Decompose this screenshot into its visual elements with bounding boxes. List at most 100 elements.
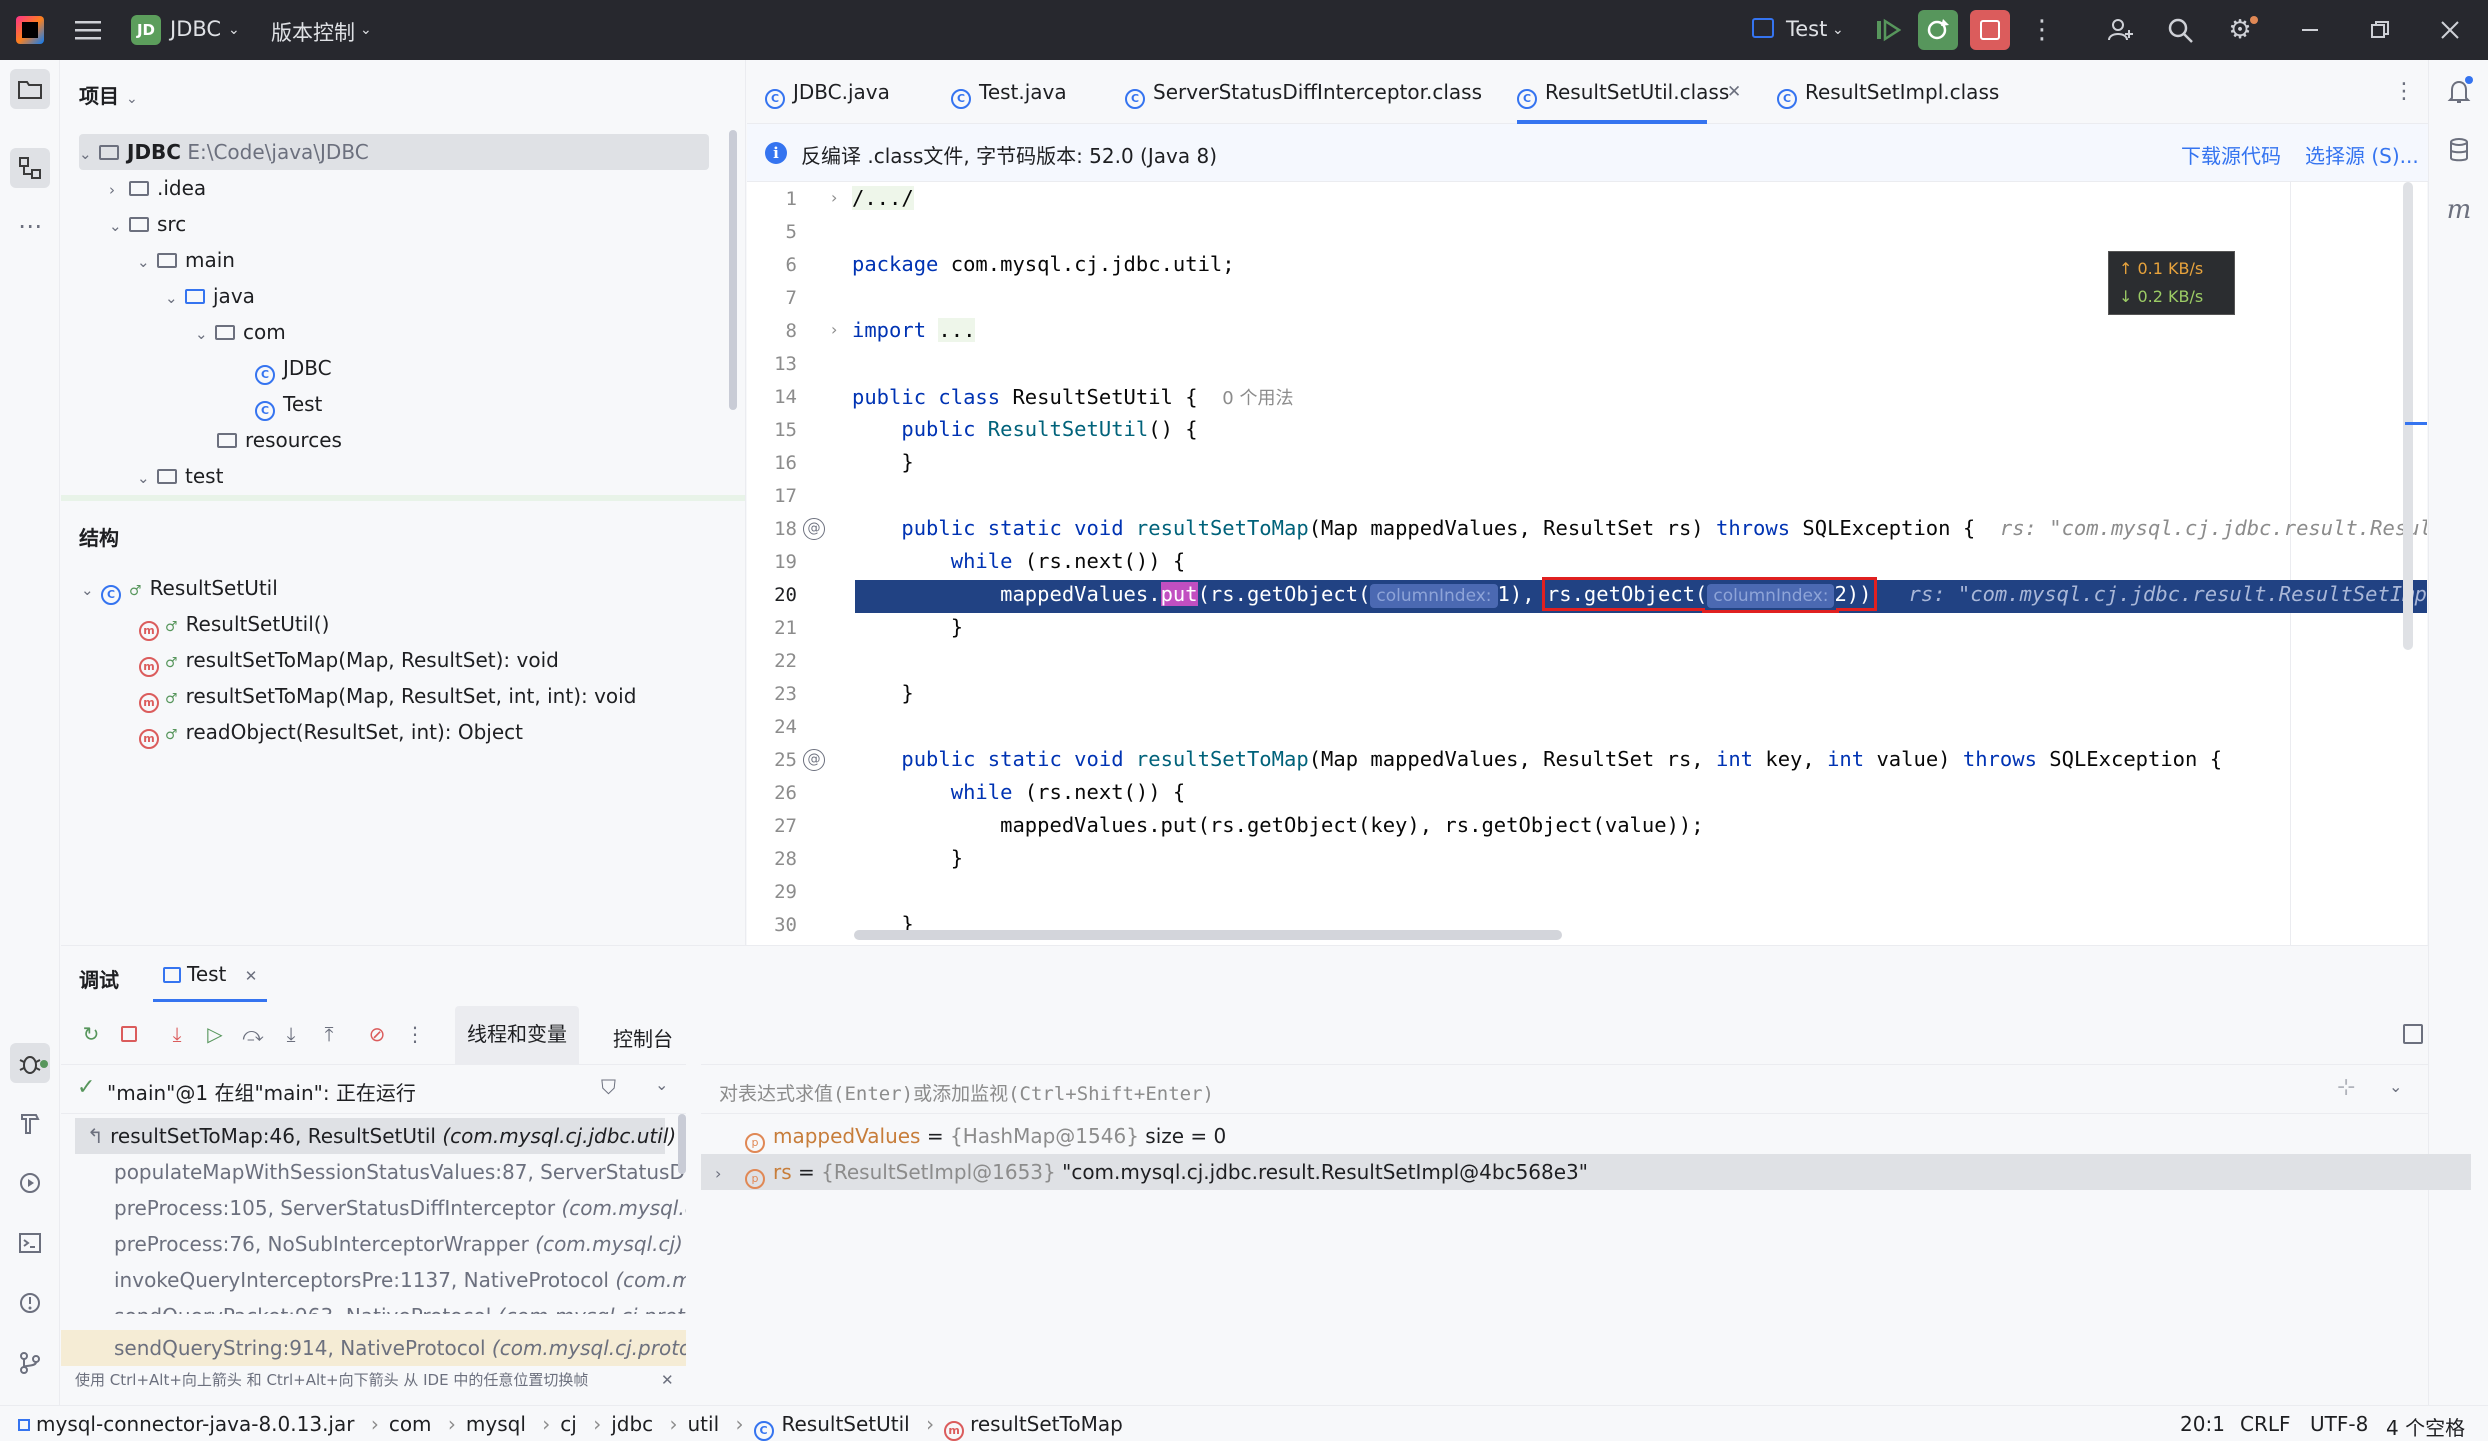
maven-icon[interactable]: m <box>2439 190 2479 230</box>
tree-item-main[interactable]: ⌄ main <box>137 242 235 278</box>
thread-selector[interactable]: ✓ "main"@1 在组"main": 正在运行 ⛉ ⌄ <box>61 1064 686 1114</box>
rerun-icon[interactable]: ↻ <box>75 1018 107 1050</box>
chevron-right-icon[interactable]: › <box>715 1156 739 1192</box>
tab-resultsetimpl[interactable]: C ResultSetImpl.class <box>1777 60 1999 124</box>
run-config-selector[interactable]: Test <box>1786 17 1827 41</box>
step-out-icon[interactable]: ⤒ <box>313 1018 345 1050</box>
search-icon[interactable] <box>2162 12 2198 48</box>
project-name[interactable]: JDBC <box>170 17 221 41</box>
stop-icon[interactable] <box>113 1018 145 1050</box>
evaluate-expression-input[interactable]: 对表达式求值(Enter)或添加监视(Ctrl+Shift+Enter) ⊹ ⌄ <box>701 1064 2428 1114</box>
variable-row[interactable]: p mappedValues = {HashMap@1546} size = 0 <box>701 1118 2471 1154</box>
usages-hint[interactable]: 0 个用法 <box>1222 388 1293 409</box>
structure-item-method[interactable]: m ♂ resultSetToMap(Map, ResultSet): void <box>139 642 559 678</box>
notifications-bell-icon[interactable] <box>2439 72 2479 112</box>
tab-threads-variables[interactable]: 线程和变量 <box>455 1006 579 1064</box>
structure-item-method[interactable]: m ♂ readObject(ResultSet, int): Object <box>139 714 523 750</box>
structure-panel-separator[interactable] <box>61 495 745 501</box>
build-hammer-icon[interactable] <box>10 1103 50 1143</box>
chevron-down-icon[interactable]: ⌄ <box>79 136 99 172</box>
git-branch-icon[interactable] <box>10 1343 50 1383</box>
close-icon[interactable] <box>2432 12 2468 48</box>
add-user-icon[interactable] <box>2102 12 2138 48</box>
tab-more-icon[interactable]: ⋮ <box>2393 60 2415 124</box>
caret-position[interactable]: 20:1 <box>2180 1412 2225 1436</box>
frame-row-current[interactable]: ↰ resultSetToMap:46, ResultSetUtil (com.… <box>75 1118 676 1154</box>
fold-expand-icon[interactable]: › <box>831 320 837 339</box>
frame-row[interactable]: sendQueryString:914, NativeProtocol (com… <box>114 1330 686 1366</box>
override-annotation-icon[interactable]: @ <box>803 518 825 540</box>
frame-row[interactable]: populateMapWithSessionStatusValues:87, S… <box>114 1154 686 1190</box>
tree-item-resources[interactable]: resources <box>197 422 342 458</box>
tab-test-java[interactable]: C Test.java <box>951 60 1067 124</box>
chevron-down-icon[interactable]: ⌄ <box>81 572 101 608</box>
vertical-scrollbar[interactable] <box>2403 182 2413 650</box>
more-icon[interactable]: ⋮ <box>2024 12 2060 48</box>
project-panel-title[interactable]: 项目 ⌄ <box>79 80 138 109</box>
tree-item-idea[interactable]: › .idea <box>109 170 206 206</box>
line-ending[interactable]: CRLF <box>2240 1412 2291 1436</box>
chevron-down-icon[interactable]: ⌄ <box>2389 1077 2402 1096</box>
more-icon[interactable]: ⋮ <box>399 1018 431 1050</box>
file-encoding[interactable]: UTF-8 <box>2310 1412 2368 1436</box>
frame-row[interactable]: preProcess:76, NoSubInterceptorWrapper (… <box>114 1226 683 1262</box>
tab-jdbc-java[interactable]: C JDBC.java <box>765 60 890 124</box>
chevron-down-icon[interactable]: ⌄ <box>137 460 157 496</box>
filter-icon[interactable]: ⛉ <box>601 1075 616 1099</box>
frame-row[interactable]: sendQueryPacket:963, NativeProtocol (com… <box>114 1298 686 1314</box>
resume-program-icon[interactable]: ▷ <box>199 1018 231 1050</box>
more-tools-icon[interactable]: ⋯ <box>10 206 50 246</box>
chevron-right-icon[interactable]: › <box>109 172 129 208</box>
restore-icon[interactable] <box>2362 12 2398 48</box>
tab-serverstatusdiffinterceptor[interactable]: C ServerStatusDiffInterceptor.class <box>1125 60 1482 124</box>
project-folder-icon[interactable] <box>10 69 50 109</box>
breadcrumb-item[interactable]: com <box>389 1412 432 1436</box>
resume-icon[interactable] <box>1870 12 1906 48</box>
minimize-icon[interactable] <box>2292 12 2328 48</box>
vcs-menu[interactable]: 版本控制 <box>271 17 355 47</box>
tab-close-icon[interactable]: ✕ <box>1727 60 1741 124</box>
variable-row-selected[interactable]: › p rs = {ResultSetImpl@1653} "com.mysql.c… <box>701 1154 2471 1190</box>
stop-button[interactable] <box>1970 10 2010 50</box>
tree-item-com[interactable]: ⌄ com <box>195 314 286 350</box>
tree-item-test[interactable]: ⌄ test <box>137 458 223 494</box>
problems-icon[interactable] <box>10 1283 50 1323</box>
layout-icon[interactable] <box>2403 1024 2423 1044</box>
breadcrumb-item[interactable]: cj <box>560 1412 577 1436</box>
close-session-icon[interactable]: ✕ <box>245 967 258 985</box>
breadcrumb-item[interactable]: mysql-connector-java-8.0.13.jar <box>36 1412 354 1436</box>
tab-console[interactable]: 控制台 <box>613 1023 673 1052</box>
override-annotation-icon[interactable]: @ <box>803 749 825 771</box>
run-config-icon[interactable] <box>1752 18 1774 38</box>
structure-icon[interactable] <box>10 148 50 188</box>
tree-item-test-class[interactable]: C Test <box>255 386 322 422</box>
terminal-icon[interactable] <box>10 1223 50 1263</box>
database-icon[interactable] <box>2439 130 2479 170</box>
breadcrumb-item[interactable]: ResultSetUtil <box>782 1412 910 1436</box>
code-editor[interactable]: 1 5 6 7 8 13 14 15 16 17 18 19 20 21 22 … <box>747 182 2427 945</box>
breadcrumb-item[interactable]: mysql <box>466 1412 526 1436</box>
chevron-down-icon[interactable]: ⌄ <box>165 280 185 316</box>
project-tree-scrollbar[interactable] <box>729 130 737 410</box>
tree-item-root[interactable]: ⌄ JDBC E:\Code\java\JDBC <box>79 134 709 170</box>
step-into-icon[interactable]: ⤓ <box>275 1018 307 1050</box>
frames-scrollbar[interactable] <box>678 1114 686 1174</box>
chevron-down-icon[interactable]: ⌄ <box>1832 22 1844 38</box>
tab-resultsetutil-active[interactable]: C ResultSetUtil.class <box>1517 60 1729 124</box>
breadcrumb-item[interactable]: jdbc <box>611 1412 653 1436</box>
mute-breakpoints-icon[interactable]: ⊘ <box>361 1018 393 1050</box>
add-watch-icon[interactable]: ⊹ <box>2337 1075 2355 1100</box>
chevron-down-icon[interactable]: ⌄ <box>109 208 129 244</box>
structure-item-constructor[interactable]: m ♂ ResultSetUtil() <box>139 606 329 642</box>
app-logo-icon[interactable] <box>16 16 44 44</box>
fold-expand-icon[interactable]: › <box>831 188 837 207</box>
structure-item-method[interactable]: m ♂ resultSetToMap(Map, ResultSet, int, in… <box>139 678 636 714</box>
chevron-down-icon[interactable]: ⌄ <box>228 22 240 38</box>
frame-row[interactable]: preProcess:105, ServerStatusDiffIntercep… <box>114 1190 686 1226</box>
services-icon[interactable] <box>10 1163 50 1203</box>
tree-item-java[interactable]: ⌄ java <box>165 278 255 314</box>
chevron-down-icon[interactable]: ⌄ <box>360 22 372 38</box>
horizontal-scrollbar[interactable] <box>854 930 1562 940</box>
tree-item-src[interactable]: ⌄ src <box>109 206 186 242</box>
choose-source-link[interactable]: 选择源 (S)... <box>2305 140 2419 169</box>
